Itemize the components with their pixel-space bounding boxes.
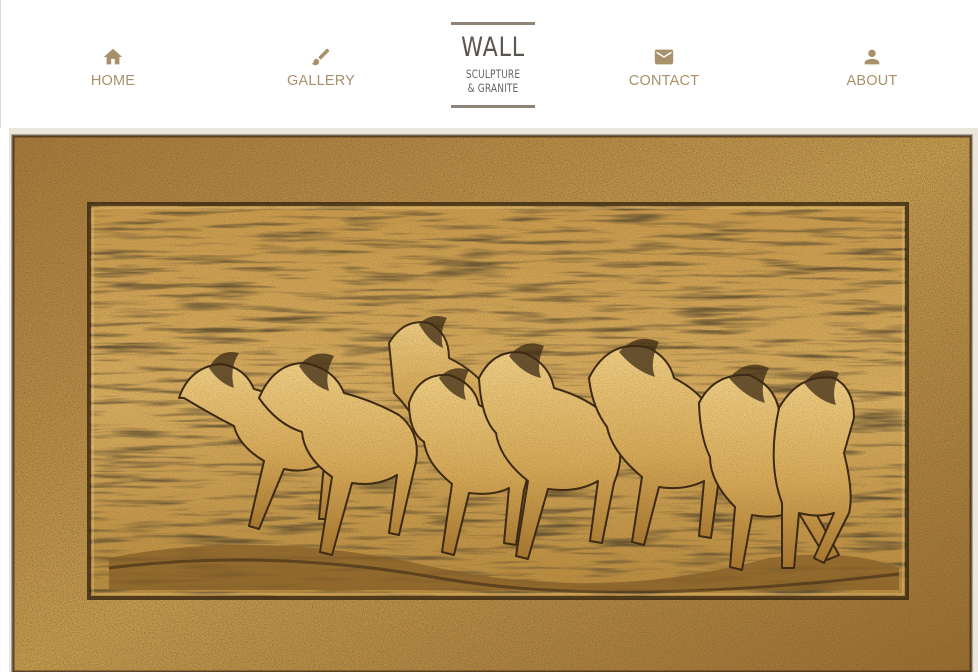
person-icon bbox=[864, 49, 880, 65]
horse-relief-image bbox=[9, 128, 978, 672]
page: HOME GALLERY WALL SCULPTURE & GRANITE CO… bbox=[0, 0, 978, 672]
hero-image-horse-relief[interactable] bbox=[9, 128, 978, 672]
nav-home[interactable]: HOME bbox=[43, 46, 183, 90]
logo-line1: SCULPTURE bbox=[465, 67, 521, 81]
nav-about[interactable]: ABOUT bbox=[802, 46, 942, 90]
nav-about-label: ABOUT bbox=[846, 73, 898, 89]
nav-contact[interactable]: CONTACT bbox=[594, 46, 734, 90]
logo-main-text: WALL bbox=[461, 32, 525, 63]
top-navigation: HOME GALLERY WALL SCULPTURE & GRANITE CO… bbox=[0, 0, 978, 128]
nav-gallery-label: GALLERY bbox=[286, 73, 356, 89]
envelope-icon bbox=[654, 49, 674, 65]
site-logo[interactable]: WALL SCULPTURE & GRANITE bbox=[451, 22, 535, 108]
brush-icon bbox=[311, 48, 330, 66]
nav-gallery[interactable]: GALLERY bbox=[251, 46, 391, 90]
home-icon bbox=[103, 48, 123, 65]
nav-home-label: HOME bbox=[90, 73, 136, 89]
logo-top-rule bbox=[451, 22, 535, 25]
logo-line2: & GRANITE bbox=[467, 81, 519, 95]
nav-contact-label: CONTACT bbox=[628, 73, 700, 89]
logo-bottom-rule bbox=[451, 105, 535, 108]
